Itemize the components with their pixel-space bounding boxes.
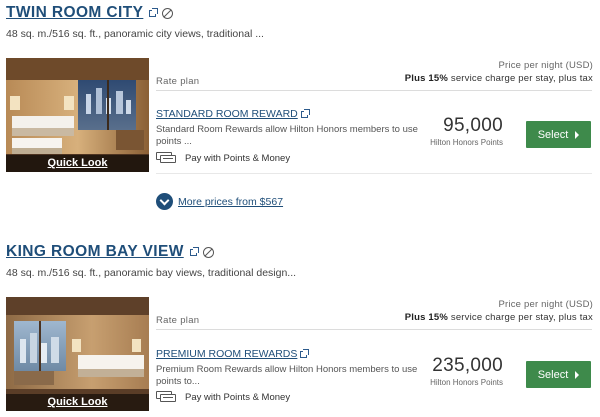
rate-plan-name-link[interactable]: PREMIUM ROOM REWARDS bbox=[156, 348, 310, 360]
external-link-icon[interactable] bbox=[149, 7, 159, 17]
room-description: 48 sq. m./516 sq. ft., panoramic city vi… bbox=[6, 28, 264, 40]
rate-header: Rate plan Price per night (USD) Plus 15%… bbox=[156, 57, 593, 91]
service-charge-note: Plus 15% service charge per stay, plus t… bbox=[405, 73, 593, 84]
price-header: Price per night (USD) Plus 15% service c… bbox=[405, 60, 593, 84]
room-title-row: KING ROOM BAY VIEW bbox=[6, 243, 214, 261]
room-title-row: TWIN ROOM CITY bbox=[6, 4, 174, 22]
select-button[interactable]: Select bbox=[526, 121, 591, 148]
percent-label: 15% bbox=[428, 73, 449, 84]
external-link-icon[interactable] bbox=[300, 108, 310, 118]
price-header: Price per night (USD) Plus 15% service c… bbox=[405, 299, 593, 323]
service-charge-note: Plus 15% service charge per stay, plus t… bbox=[405, 312, 593, 323]
external-link-icon[interactable] bbox=[189, 246, 199, 256]
rate-plan-name[interactable]: PREMIUM ROOM REWARDS bbox=[156, 348, 297, 360]
pay-option-label: Pay with Points & Money bbox=[185, 391, 291, 403]
plus-label: Plus bbox=[404, 73, 426, 84]
points-label: Hilton Honors Points bbox=[430, 138, 503, 147]
rate-plan-name[interactable]: STANDARD ROOM REWARD bbox=[156, 108, 298, 120]
external-link-icon[interactable] bbox=[300, 348, 310, 358]
rate-plan-description: Standard Room Rewards allow Hilton Honor… bbox=[156, 124, 418, 147]
rate-plan-name-link[interactable]: STANDARD ROOM REWARD bbox=[156, 108, 310, 120]
chevron-down-icon[interactable] bbox=[156, 193, 173, 210]
select-button-label[interactable]: Select bbox=[538, 129, 569, 141]
quick-look-link[interactable]: Quick Look bbox=[6, 155, 149, 172]
select-button-label[interactable]: Select bbox=[538, 369, 569, 381]
rate-header: Rate plan Price per night (USD) Plus 15%… bbox=[156, 296, 593, 330]
row-divider bbox=[156, 173, 592, 174]
chevron-right-icon bbox=[575, 370, 580, 379]
plus-label: Plus bbox=[404, 312, 426, 323]
select-button[interactable]: Select bbox=[526, 361, 591, 388]
service-charge-text: service charge per stay, plus tax bbox=[448, 73, 593, 84]
pay-option-label: Pay with Points & Money bbox=[185, 152, 291, 164]
room-title-link[interactable]: KING ROOM BAY VIEW bbox=[6, 243, 184, 261]
room-photo[interactable]: Quick Look bbox=[6, 297, 149, 411]
chevron-right-icon bbox=[575, 130, 580, 139]
price-per-night-label: Price per night (USD) bbox=[498, 299, 593, 310]
price-per-night-label: Price per night (USD) bbox=[498, 60, 593, 71]
more-prices-link[interactable]: More prices from $567 bbox=[156, 193, 283, 210]
percent-label: 15% bbox=[428, 312, 449, 323]
more-prices-label[interactable]: More prices from $567 bbox=[178, 196, 283, 208]
no-smoking-icon bbox=[162, 7, 174, 19]
service-charge-text: service charge per stay, plus tax bbox=[448, 312, 593, 323]
room-title-link[interactable]: TWIN ROOM CITY bbox=[6, 4, 143, 22]
points-money-icon bbox=[156, 152, 180, 164]
points-label: Hilton Honors Points bbox=[430, 378, 503, 387]
points-value: 235,000 bbox=[432, 355, 503, 376]
room-description: 48 sq. m./516 sq. ft., panoramic bay vie… bbox=[6, 267, 297, 279]
no-smoking-icon bbox=[202, 246, 214, 258]
points-money-icon bbox=[156, 391, 180, 403]
pay-option: Pay with Points & Money bbox=[156, 152, 290, 164]
points-price: 95,000 Hilton Honors Points bbox=[430, 115, 503, 147]
rate-plan-description: Premium Room Rewards allow Hilton Honors… bbox=[156, 364, 418, 387]
room-photo[interactable]: Quick Look bbox=[6, 58, 149, 172]
quick-look-link[interactable]: Quick Look bbox=[6, 394, 149, 411]
rate-plan-label: Rate plan bbox=[156, 76, 200, 87]
rate-plan-label: Rate plan bbox=[156, 315, 200, 326]
pay-option: Pay with Points & Money bbox=[156, 391, 290, 403]
points-value: 95,000 bbox=[443, 115, 503, 136]
points-price: 235,000 Hilton Honors Points bbox=[430, 355, 503, 387]
